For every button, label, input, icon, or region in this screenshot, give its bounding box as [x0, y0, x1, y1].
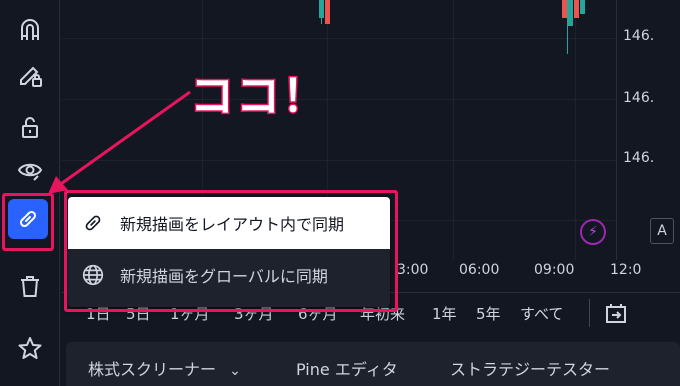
candle — [319, 0, 324, 18]
tab-stock-screener[interactable]: 株式スクリーナー ⌄ — [88, 356, 241, 380]
pencil-lock-icon — [20, 66, 42, 87]
tab-pine-editor[interactable]: Pine エディタ — [296, 356, 398, 380]
grid-line — [453, 0, 454, 260]
price-label: 146. — [623, 150, 655, 166]
tab-strategy-tester[interactable]: ストラテジーテスター — [450, 356, 610, 380]
range-1y[interactable]: 1年 — [432, 303, 457, 324]
hide-drawings-button[interactable] — [10, 150, 50, 190]
magnet-icon — [21, 19, 39, 40]
delete-drawings-button[interactable] — [10, 266, 50, 306]
menu-highlight-frame — [64, 190, 398, 312]
active-tool-highlight-frame — [2, 193, 54, 251]
candle — [574, 0, 579, 18]
alert-icon[interactable]: ⚡ — [580, 219, 606, 245]
price-label: 146. — [623, 28, 655, 44]
time-label: 09:00 — [534, 262, 575, 278]
candle — [580, 0, 585, 14]
candle — [562, 0, 567, 18]
lock-icon — [22, 117, 38, 138]
auto-scale-button[interactable]: A — [650, 218, 674, 244]
magnet-button[interactable] — [10, 10, 50, 50]
lock-button[interactable] — [10, 107, 50, 147]
lock-drawings-button[interactable] — [10, 56, 50, 96]
candle — [325, 0, 330, 24]
grid-line — [575, 0, 576, 260]
star-icon — [18, 337, 42, 359]
grid-line — [62, 160, 616, 161]
chevron-down-icon: ⌄ — [229, 363, 241, 379]
grid-line — [62, 99, 616, 100]
divider — [589, 299, 590, 327]
bottom-panel-tabs: 株式スクリーナー ⌄ Pine エディタ ストラテジーテスター — [66, 342, 680, 386]
time-label: 12:0 — [610, 262, 642, 278]
range-all[interactable]: すべて — [520, 303, 563, 324]
trash-icon — [21, 276, 39, 297]
candle — [568, 0, 573, 26]
grid-line — [62, 38, 616, 39]
time-label: 06:00 — [459, 262, 500, 278]
goto-date-button[interactable] — [602, 299, 630, 331]
annotation-callout: ココ！ — [189, 70, 328, 124]
tab-stock-screener-label: 株式スクリーナー — [88, 360, 217, 379]
price-label: 146. — [623, 90, 655, 106]
eye-icon — [17, 163, 43, 181]
range-5y[interactable]: 5年 — [476, 303, 501, 324]
favorites-button[interactable] — [10, 328, 50, 368]
calendar-goto-icon — [606, 304, 626, 323]
time-label: 3:00 — [397, 262, 429, 278]
drawing-toolbar — [0, 0, 60, 386]
